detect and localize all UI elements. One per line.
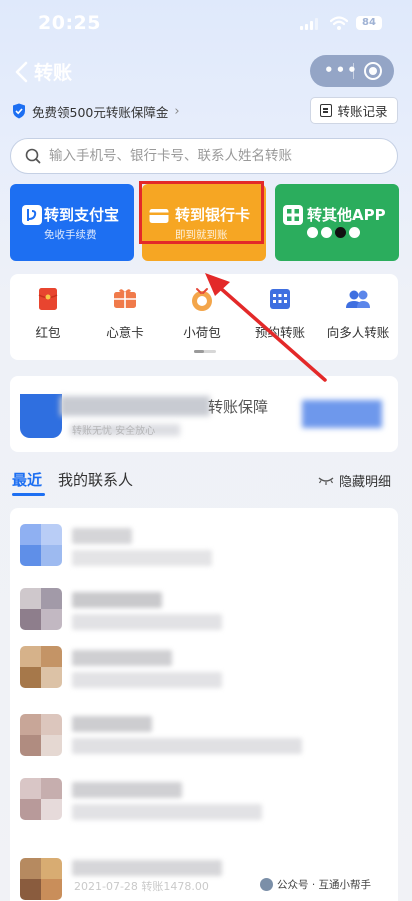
detail-blur <box>72 738 302 754</box>
hide-details-toggle[interactable]: 隐藏明细 <box>318 471 391 490</box>
shield-icon <box>13 103 25 119</box>
guarantee-text: 免费领500元转账保障金 <box>32 104 169 120</box>
list-item[interactable] <box>10 770 398 830</box>
quick-actions-panel: 红包 心意卡 小荷包 预约转账 向多人转账 <box>10 274 398 360</box>
wechat-icon <box>307 227 318 238</box>
banner-logo <box>20 394 62 438</box>
qr-grid-icon <box>283 205 303 225</box>
back-icon[interactable] <box>12 58 32 86</box>
other-app-card-title: 转其他APP <box>307 206 386 224</box>
mini-program-capsule: ••• <box>310 55 394 87</box>
name-blur <box>72 528 132 544</box>
signal-icon <box>300 18 320 30</box>
transfer-records-label: 转账记录 <box>337 104 388 119</box>
hide-details-label: 隐藏明细 <box>339 475 392 490</box>
search-input[interactable] <box>49 148 379 164</box>
list-item[interactable] <box>10 640 398 700</box>
gift-card-icon <box>114 289 136 308</box>
quick-action-scheduled[interactable]: 预约转账 <box>242 286 318 341</box>
document-icon <box>320 104 333 117</box>
quick-action-label: 向多人转账 <box>326 325 390 340</box>
alipay-icon <box>22 205 42 225</box>
tab-my-contacts[interactable]: 我的联系人 <box>58 469 133 490</box>
qq-icon <box>321 227 332 238</box>
watermark: 公众号 · 互通小帮手 <box>260 877 371 892</box>
search-icon <box>25 148 41 164</box>
scroll-indicator <box>194 350 216 353</box>
avatar <box>20 858 62 900</box>
detail-blur <box>72 672 222 688</box>
close-target-icon[interactable] <box>364 62 382 80</box>
purse-icon <box>192 288 212 311</box>
detail-blur <box>72 614 222 630</box>
banner-button-blur <box>302 400 382 428</box>
name-blur <box>72 716 152 732</box>
bank-card-icon <box>149 209 169 223</box>
name-blur <box>72 860 222 876</box>
tab-recent[interactable]: 最近 <box>12 469 42 490</box>
status-bar: 20:25 84 <box>0 0 412 48</box>
wechat-official-icon <box>260 878 273 891</box>
app-logos <box>307 227 360 238</box>
quick-action-purse[interactable]: 小荷包 <box>164 286 240 341</box>
red-packet-icon <box>38 288 58 310</box>
list-item[interactable] <box>10 580 398 640</box>
quick-action-label: 预约转账 <box>254 325 305 340</box>
list-item[interactable] <box>10 516 398 576</box>
transfer-to-alipay-card[interactable]: 转到支付宝 免收手续费 <box>10 184 134 261</box>
transfer-records-button[interactable]: 转账记录 <box>310 97 398 124</box>
watermark-text: 公众号 · 互通小帮手 <box>277 879 372 891</box>
banner-subtitle: 转账无忧 安全放心 <box>72 426 156 437</box>
name-blur <box>72 782 182 798</box>
guarantee-link[interactable]: 免费领500元转账保障金 › <box>12 101 180 121</box>
avatar <box>20 588 62 630</box>
bank-card-subtitle: 即到就到账 <box>175 229 228 241</box>
name-blur <box>72 650 172 666</box>
quick-action-multi-transfer[interactable]: 向多人转账 <box>320 286 396 341</box>
tiktok-icon <box>335 227 346 238</box>
contact-tabs: 最近 我的联系人 隐藏明细 <box>0 466 412 496</box>
wifi-icon <box>330 16 348 30</box>
alipay-card-subtitle: 免收手续费 <box>44 229 97 241</box>
quick-action-label: 小荷包 <box>183 325 221 340</box>
chevron-right-icon: › <box>174 103 180 119</box>
promo-banner[interactable]: 转账保障 转账无忧 安全放心 <box>10 376 398 452</box>
list-item[interactable] <box>10 706 398 766</box>
page-title: 转账 <box>34 62 73 84</box>
calendar-icon <box>270 289 290 309</box>
name-blur <box>72 592 162 608</box>
last-transfer-detail: 2021-07-28 转账1478.00 <box>74 880 209 893</box>
avatar <box>20 778 62 820</box>
status-time: 20:25 <box>38 12 101 34</box>
quick-action-label: 心意卡 <box>106 325 144 340</box>
detail-blur <box>72 550 212 566</box>
banner-blur <box>60 396 210 416</box>
battery-indicator: 84 <box>356 16 382 30</box>
bank-card-title: 转到银行卡 <box>175 206 251 224</box>
app-icon <box>349 227 360 238</box>
people-icon <box>346 290 370 308</box>
capsule-divider <box>353 63 354 79</box>
banner-title: 转账保障 <box>208 398 269 416</box>
tab-underline <box>12 493 45 496</box>
avatar <box>20 646 62 688</box>
nav-bar: 转账 ••• <box>0 52 412 92</box>
transfer-to-other-app-card[interactable]: 转其他APP <box>275 184 399 261</box>
quick-action-gift-card[interactable]: 心意卡 <box>87 286 163 341</box>
search-bar[interactable] <box>10 138 398 174</box>
recent-list: 2021-07-28 转账1478.00 <box>10 508 398 901</box>
transfer-to-bank-card[interactable]: 转到银行卡 即到就到账 <box>142 184 266 261</box>
quick-action-label: 红包 <box>35 325 61 340</box>
avatar <box>20 714 62 756</box>
quick-action-red-packet[interactable]: 红包 <box>10 286 86 341</box>
avatar <box>20 524 62 566</box>
detail-blur <box>72 804 262 820</box>
alipay-card-title: 转到支付宝 <box>44 206 120 224</box>
eye-closed-icon <box>318 476 334 485</box>
